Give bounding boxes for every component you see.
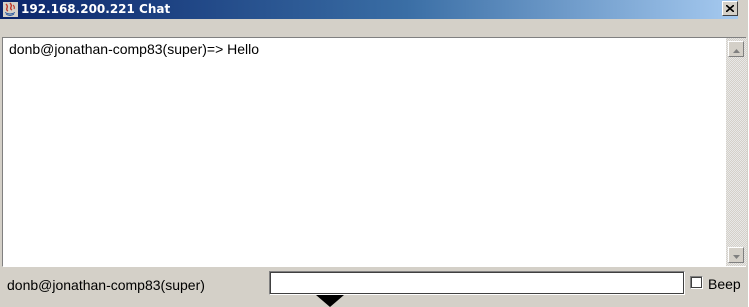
mouse-cursor-icon xyxy=(316,295,344,307)
scroll-up-arrow-icon xyxy=(732,40,740,58)
scroll-down-button[interactable] xyxy=(728,247,744,263)
close-button[interactable] xyxy=(722,1,738,16)
close-icon xyxy=(726,5,734,12)
window-title: 192.168.200.221 Chat xyxy=(21,2,171,16)
message-input[interactable] xyxy=(269,271,685,295)
beep-label[interactable]: Beep xyxy=(708,276,741,292)
beep-checkbox[interactable] xyxy=(690,276,703,289)
java-app-icon xyxy=(3,2,18,17)
input-bar: donb@jonathan-comp83(super) Beep xyxy=(0,270,749,298)
vertical-scrollbar[interactable] xyxy=(726,38,747,266)
chat-transcript[interactable]: donb@jonathan-comp83(super)=> Hello xyxy=(2,37,747,267)
user-label: donb@jonathan-comp83(super) xyxy=(7,277,205,293)
title-bar[interactable]: 192.168.200.221 Chat xyxy=(0,0,738,19)
chat-window: 192.168.200.221 Chat donb@jonathan-comp8… xyxy=(0,0,749,307)
scroll-up-button[interactable] xyxy=(728,41,744,57)
chat-message: donb@jonathan-comp83(super)=> Hello xyxy=(9,41,260,57)
scroll-down-arrow-icon xyxy=(732,246,740,264)
message-list: donb@jonathan-comp83(super)=> Hello xyxy=(3,38,725,266)
